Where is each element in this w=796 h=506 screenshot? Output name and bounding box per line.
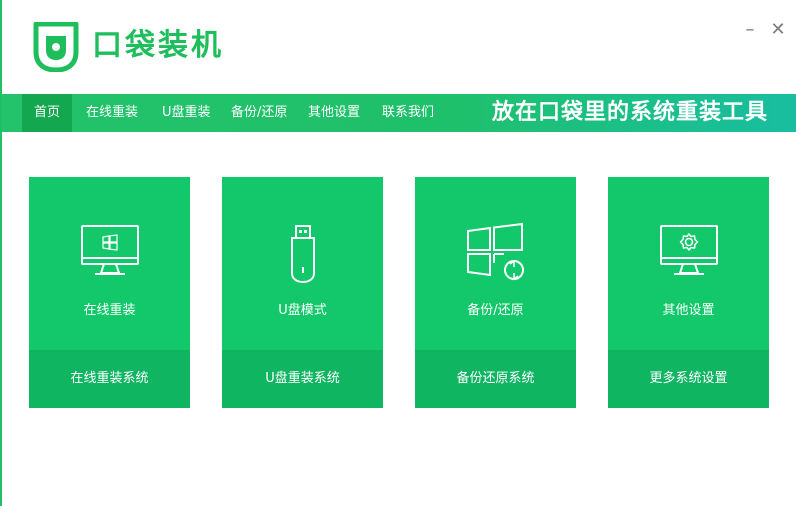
nav-item-other-settings[interactable]: 其他设置 [296,94,372,132]
card-subtitle: U盘重装系统 [265,371,340,386]
app-title: 口袋装机 [92,28,224,63]
monitor-windows-icon [29,223,190,285]
card-title: 其他设置 [662,303,715,318]
card-footer[interactable]: 备份还原系统 [415,350,576,408]
nav-item-home[interactable]: 首页 [22,94,73,132]
card-usb-mode[interactable]: U盘模式 U盘重装系统 [222,177,383,408]
slogan: 放在口袋里的系统重装工具 [491,100,768,125]
card-top: U盘模式 [222,177,383,350]
card-online-reinstall[interactable]: 在线重装 在线重装系统 [29,177,190,408]
card-title: U盘模式 [278,303,327,318]
card-other-settings[interactable]: 其他设置 更多系统设置 [608,177,769,408]
card-subtitle: 在线重装系统 [70,371,149,386]
card-footer[interactable]: 更多系统设置 [608,350,769,408]
monitor-gear-icon [608,223,769,285]
nav-item-contact[interactable]: 联系我们 [370,94,446,132]
card-title: 在线重装 [83,303,136,318]
card-title: 备份/还原 [467,303,524,318]
card-top: 其他设置 [608,177,769,350]
close-button[interactable]: ✕ [768,20,788,40]
minimize-button[interactable]: – [740,20,760,40]
nav-bar: 首页 在线重装 U盘重装 备份/还原 其他设置 联系我们 放在口袋里的系统重装工… [2,94,796,132]
nav-item-usb-reinstall[interactable]: U盘重装 [150,94,223,132]
app-window: 口袋装机 – ✕ 首页 在线重装 U盘重装 备份/还原 其他设置 联系我们 放在… [0,0,796,506]
card-footer[interactable]: U盘重装系统 [222,350,383,408]
nav-item-backup-restore[interactable]: 备份/还原 [219,94,299,132]
pocket-logo-icon [33,22,79,72]
usb-drive-icon [222,223,383,285]
header: 口袋装机 – ✕ [2,0,796,94]
windows-restore-icon [415,223,576,285]
card-top: 备份/还原 [415,177,576,350]
card-footer[interactable]: 在线重装系统 [29,350,190,408]
card-backup-restore[interactable]: 备份/还原 备份还原系统 [415,177,576,408]
card-top: 在线重装 [29,177,190,350]
card-subtitle: 备份还原系统 [456,371,535,386]
nav-item-online-reinstall[interactable]: 在线重装 [74,94,150,132]
card-subtitle: 更多系统设置 [649,371,728,386]
